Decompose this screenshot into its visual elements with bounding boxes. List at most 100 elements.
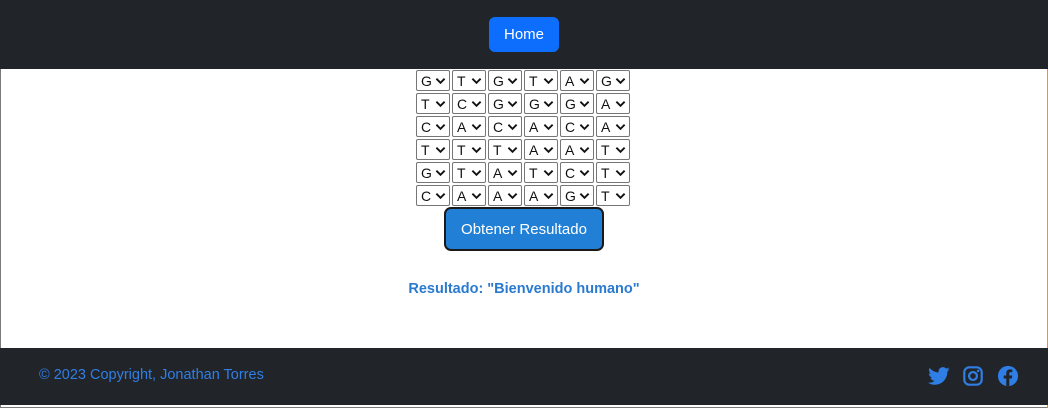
chevron-down-icon [543,146,554,153]
chevron-down-icon [543,192,554,199]
chevron-down-icon [579,169,590,176]
base-select[interactable]: G [488,70,522,91]
base-value: T [457,141,466,158]
chevron-down-icon [471,146,482,153]
base-value: A [601,118,611,135]
base-select[interactable]: A [488,162,522,183]
base-select[interactable]: A [596,93,630,114]
base-value: C [457,95,468,112]
chevron-down-icon [615,146,626,153]
base-select[interactable]: G [524,93,558,114]
base-select[interactable]: A [452,116,486,137]
base-value: A [529,141,539,158]
chevron-down-icon [543,169,554,176]
chevron-down-icon [507,146,518,153]
grid-row: C A C A C A [416,115,632,138]
chevron-down-icon [579,192,590,199]
base-select[interactable]: T [452,139,486,160]
base-value: G [493,95,504,112]
base-value: C [493,118,504,135]
chevron-down-icon [615,169,626,176]
base-value: T [601,141,610,158]
grid-row: T T T A A T [416,138,632,161]
base-value: A [493,164,503,181]
base-select[interactable]: A [524,116,558,137]
chevron-down-icon [579,123,590,130]
base-select[interactable]: G [596,70,630,91]
base-value: G [421,164,432,181]
navbar: Home [0,0,1048,69]
chevron-down-icon [543,100,554,107]
chevron-down-icon [615,123,626,130]
copyright-text: © 2023 Copyright, Jonathan Torres [39,367,264,383]
base-select[interactable]: T [524,70,558,91]
twitter-icon[interactable] [928,365,950,387]
grid-row: G T G T A G [416,69,632,92]
chevron-down-icon [435,123,446,130]
base-value: G [601,72,612,89]
get-result-button[interactable]: Obtener Resultado [444,207,604,251]
chevron-down-icon [507,77,518,84]
base-value: T [493,141,502,158]
dna-grid: G T G T A G T C G G G A C A C A C A T T … [416,69,632,207]
chevron-down-icon [615,100,626,107]
base-select[interactable]: G [560,185,594,206]
base-select[interactable]: C [416,185,450,206]
base-select[interactable]: T [596,162,630,183]
base-select[interactable]: T [452,162,486,183]
base-value: T [601,187,610,204]
base-select[interactable]: A [560,70,594,91]
base-value: A [457,187,467,204]
base-select[interactable]: T [452,70,486,91]
base-select[interactable]: G [560,93,594,114]
grid-row: T C G G G A [416,92,632,115]
base-select[interactable]: G [416,70,450,91]
base-select[interactable]: T [416,93,450,114]
chevron-down-icon [435,100,446,107]
base-select[interactable]: A [488,185,522,206]
footer: © 2023 Copyright, Jonathan Torres [0,348,1048,405]
base-select[interactable]: C [560,162,594,183]
instagram-icon[interactable] [962,365,984,387]
base-select[interactable]: C [560,116,594,137]
base-value: C [565,164,576,181]
chevron-down-icon [471,169,482,176]
facebook-icon[interactable] [997,365,1019,387]
base-value: C [565,118,576,135]
base-select[interactable]: G [488,93,522,114]
base-value: T [529,164,538,181]
base-value: T [601,164,610,181]
base-select[interactable]: C [488,116,522,137]
base-select[interactable]: T [596,139,630,160]
base-value: A [601,95,611,112]
base-select[interactable]: A [452,185,486,206]
chevron-down-icon [471,123,482,130]
base-select[interactable]: A [560,139,594,160]
base-select[interactable]: G [416,162,450,183]
chevron-down-icon [435,146,446,153]
chevron-down-icon [507,123,518,130]
chevron-down-icon [471,192,482,199]
chevron-down-icon [543,77,554,84]
base-value: G [421,72,432,89]
base-value: T [529,72,538,89]
chevron-down-icon [435,192,446,199]
base-select[interactable]: A [524,185,558,206]
grid-row: G T A T C T [416,161,632,184]
base-select[interactable]: T [596,185,630,206]
base-value: T [457,72,466,89]
base-select[interactable]: T [524,162,558,183]
base-select[interactable]: T [416,139,450,160]
base-select[interactable]: C [452,93,486,114]
base-select[interactable]: A [596,116,630,137]
result-text: Resultado: "Bienvenido humano" [408,281,640,297]
base-select[interactable]: C [416,116,450,137]
chevron-down-icon [435,77,446,84]
home-button[interactable]: Home [489,17,559,52]
base-value: G [565,95,576,112]
base-select[interactable]: T [488,139,522,160]
chevron-down-icon [471,77,482,84]
base-select[interactable]: A [524,139,558,160]
base-value: A [493,187,503,204]
base-value: A [457,118,467,135]
